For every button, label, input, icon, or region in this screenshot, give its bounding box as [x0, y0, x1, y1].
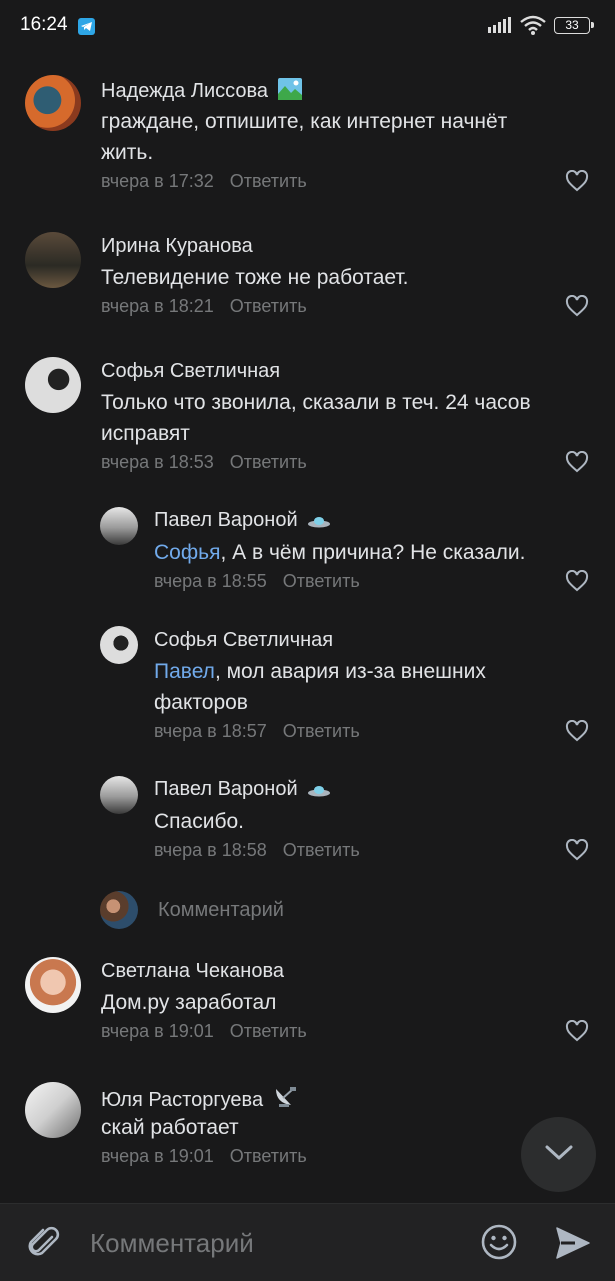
comment-text: скай работает [101, 1116, 239, 1139]
scroll-down-button[interactable] [521, 1117, 596, 1192]
smile-icon[interactable] [480, 1223, 518, 1261]
comment-input[interactable]: Комментарий [90, 1228, 254, 1259]
comment-time: вчера в 19:01 [101, 1021, 214, 1041]
reply-button[interactable]: Ответить [283, 571, 360, 591]
comment-meta: вчера в 19:01 Ответить [101, 1021, 307, 1042]
reply-button[interactable]: Ответить [230, 296, 307, 316]
heart-icon[interactable] [565, 295, 589, 317]
heart-icon[interactable] [565, 839, 589, 861]
telegram-icon [78, 18, 95, 35]
attach-icon[interactable] [25, 1224, 63, 1262]
heart-icon[interactable] [565, 720, 589, 742]
comment-author[interactable]: Светлана Чеканова [101, 960, 284, 983]
comment-author[interactable]: Павел Вароной [154, 778, 331, 801]
heart-icon[interactable] [565, 1020, 589, 1042]
comment-time: вчера в 18:21 [101, 296, 214, 316]
current-user-avatar [100, 891, 138, 929]
reply-button[interactable]: Ответить [230, 452, 307, 472]
avatar[interactable] [25, 232, 81, 288]
comment-time: вчера в 19:01 [101, 1146, 214, 1166]
comment-meta: вчера в 18:58 Ответить [154, 840, 360, 861]
landscape-emoji-icon [277, 78, 302, 100]
avatar[interactable] [25, 1082, 81, 1138]
comment-author[interactable]: Павел Вароной [154, 509, 331, 532]
comment-composer: Комментарий [0, 1203, 615, 1281]
avatar[interactable] [25, 357, 81, 413]
comment-time: вчера в 18:53 [101, 452, 214, 472]
mention-link[interactable]: Павел [154, 660, 215, 683]
ufo-emoji-icon [308, 786, 331, 797]
comment-text: Павел, мол авария из-за внешних факторов [154, 660, 486, 714]
heart-icon[interactable] [565, 570, 589, 592]
reply-button[interactable]: Ответить [230, 171, 307, 191]
status-time: 16:24 [20, 14, 68, 35]
reply-prompt-label: Комментарий [158, 899, 284, 921]
reply-button[interactable]: Ответить [283, 840, 360, 860]
comment-text: Только что звонила, сказали в теч. 24 ча… [101, 391, 531, 445]
comment-author[interactable]: Юля Расторгуева [101, 1085, 299, 1112]
ufo-emoji-icon [308, 517, 331, 528]
wifi-icon [520, 15, 546, 35]
avatar[interactable] [100, 626, 138, 664]
comment-text: Спасибо. [154, 810, 244, 833]
heart-icon[interactable] [565, 170, 589, 192]
avatar[interactable] [25, 957, 81, 1013]
avatar[interactable] [100, 507, 138, 545]
send-icon[interactable] [555, 1226, 591, 1260]
comment-meta: вчера в 18:57 Ответить [154, 721, 360, 742]
reply-comment-prompt[interactable]: Комментарий [100, 891, 520, 929]
satellite-emoji-icon [275, 1087, 296, 1107]
comment-meta: вчера в 18:55 Ответить [154, 571, 360, 592]
signal-icon [488, 17, 511, 33]
comment-text: Софья, А в чём причина? Не сказали. [154, 541, 526, 564]
comment-meta: вчера в 19:01 Ответить [101, 1146, 307, 1167]
comment-meta: вчера в 17:32 Ответить [101, 171, 307, 192]
status-bar: 16:24 33 [0, 0, 615, 54]
reply-button[interactable]: Ответить [230, 1146, 307, 1166]
mention-link[interactable]: Софья [154, 541, 220, 564]
comment-time: вчера в 18:58 [154, 840, 267, 860]
comment-text: Дом.ру заработал [101, 991, 277, 1014]
heart-icon[interactable] [565, 451, 589, 473]
scroll-down-icon [545, 1145, 573, 1160]
comment-text: Телевидение тоже не работает. [101, 266, 409, 289]
comment-author[interactable]: Надежда Лиссова [101, 78, 302, 103]
battery-icon: 33 [554, 17, 594, 34]
comment-meta: вчера в 18:53 Ответить [101, 452, 307, 473]
comment-author[interactable]: Ирина Куранова [101, 235, 253, 258]
avatar[interactable] [100, 776, 138, 814]
comment-text: граждане, отпишите, как интернет начнёт … [101, 110, 508, 164]
comment-author[interactable]: Софья Светличная [154, 629, 333, 652]
comment-author[interactable]: Софья Светличная [101, 360, 280, 383]
comment-time: вчера в 18:55 [154, 571, 267, 591]
reply-button[interactable]: Ответить [230, 1021, 307, 1041]
comment-time: вчера в 17:32 [101, 171, 214, 191]
comment-time: вчера в 18:57 [154, 721, 267, 741]
reply-button[interactable]: Ответить [283, 721, 360, 741]
comment-meta: вчера в 18:21 Ответить [101, 296, 307, 317]
avatar[interactable] [25, 75, 81, 131]
